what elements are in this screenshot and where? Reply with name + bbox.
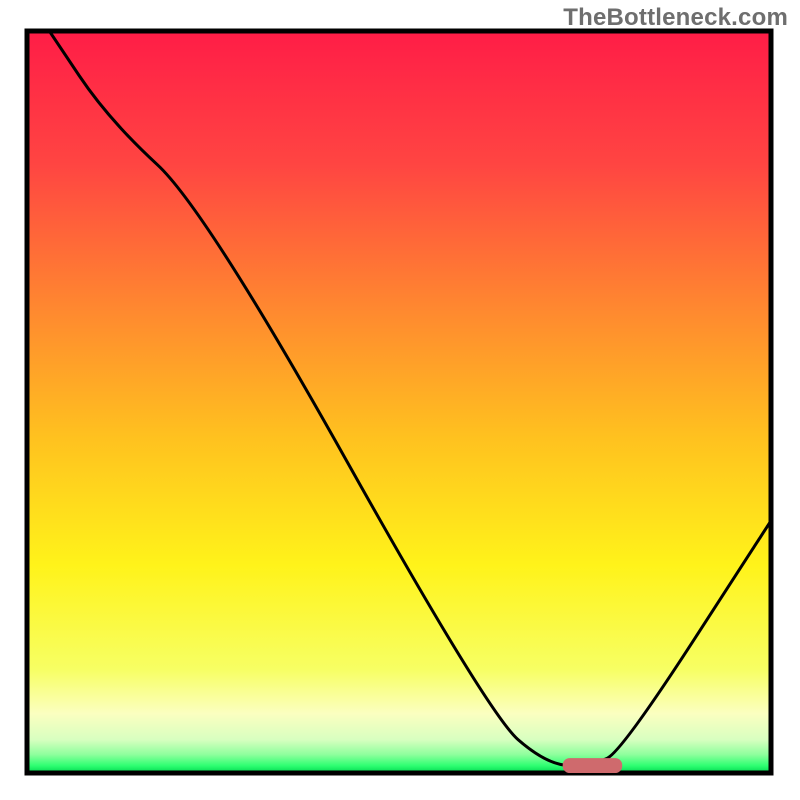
gradient-background xyxy=(27,31,771,773)
watermark-text: TheBottleneck.com xyxy=(563,4,788,32)
highlight-marker xyxy=(563,758,623,773)
chart-frame: TheBottleneck.com xyxy=(0,0,800,800)
chart-svg xyxy=(0,0,800,800)
